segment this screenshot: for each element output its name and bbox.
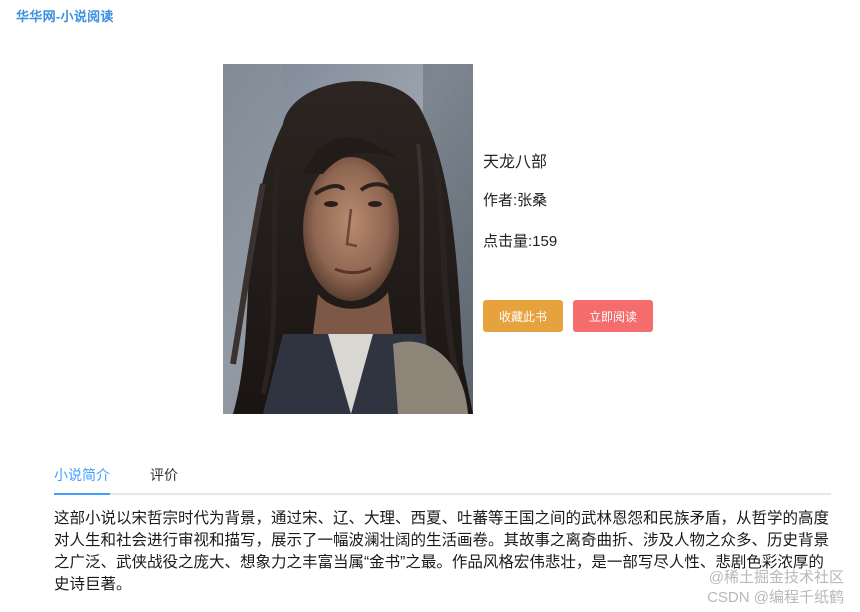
tab-intro-label: 小说简介: [54, 467, 110, 483]
tab-intro[interactable]: 小说简介: [54, 465, 110, 491]
watermark-line-1: @稀土掘金技术社区: [708, 569, 844, 586]
tab-review-label: 评价: [150, 467, 178, 483]
book-click-count: 点击量:159: [483, 233, 558, 250]
book-author: 作者:张桑: [483, 192, 548, 209]
tab-review[interactable]: 评价: [150, 465, 178, 491]
book-cover-image: [223, 64, 473, 414]
tab-active-indicator: [54, 493, 110, 495]
site-title[interactable]: 华华网-小说阅读: [16, 6, 114, 25]
detail-tabs: 小说简介 评价: [54, 455, 831, 495]
read-now-button[interactable]: 立即阅读: [573, 300, 653, 332]
cover-illustration: [223, 64, 473, 414]
book-title: 天龙八部: [483, 154, 548, 171]
watermark: @稀土掘金技术社区 CSDN @编程千纸鹤: [707, 568, 844, 608]
collect-book-button[interactable]: 收藏此书: [483, 300, 563, 332]
watermark-line-2: CSDN @编程千纸鹤: [707, 589, 844, 606]
